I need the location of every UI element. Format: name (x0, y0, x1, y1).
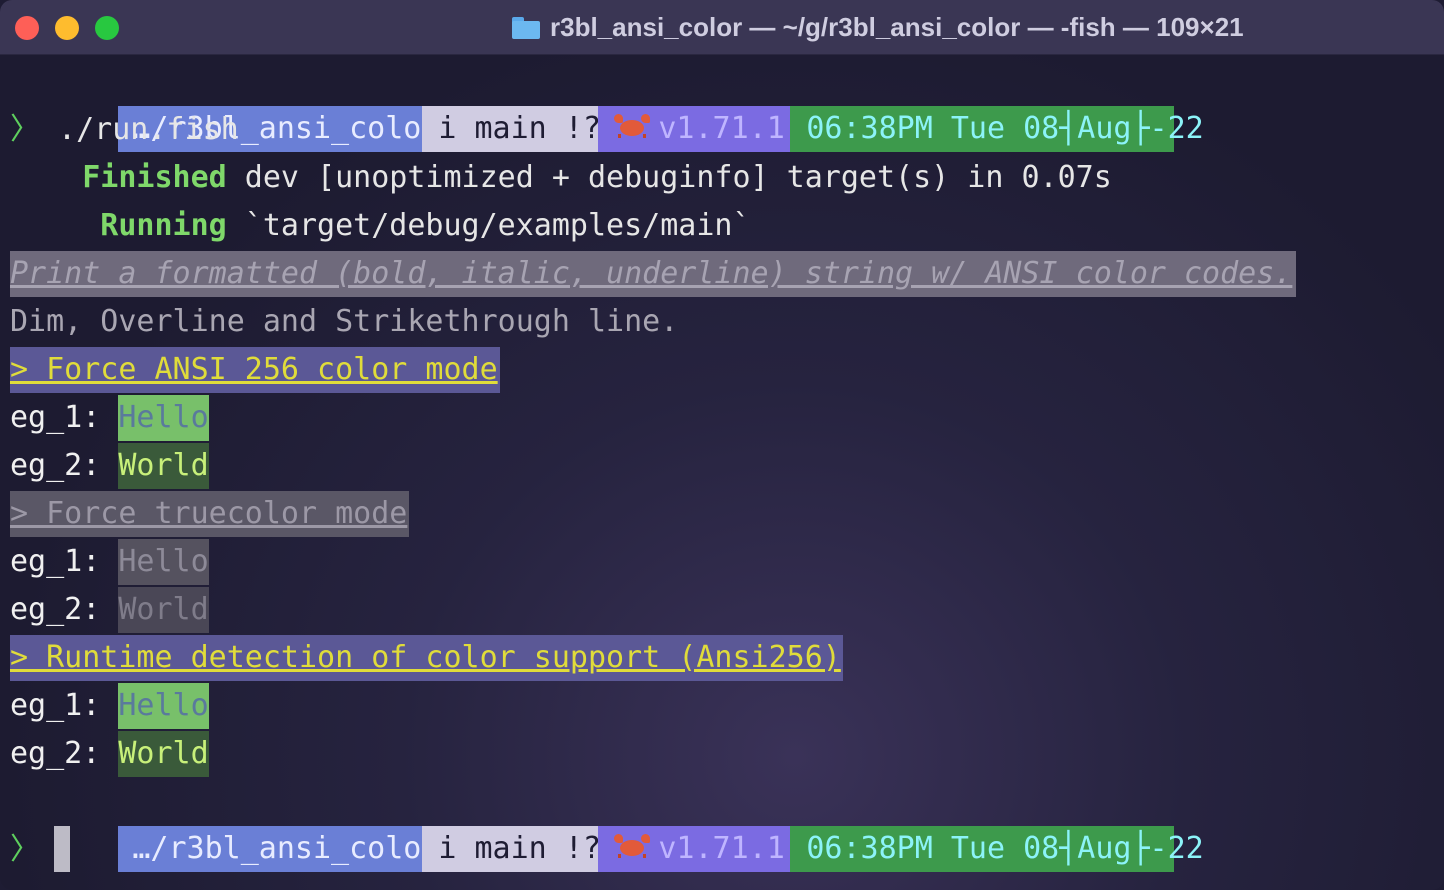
section-header: > Force truecolor mode (10, 490, 1434, 538)
cargo-running-line: Running `target/debug/examples/main` (10, 202, 1434, 250)
example-row: eg_1: Hello (10, 682, 1434, 730)
minimize-button[interactable] (55, 16, 79, 40)
hello-sample: Hello (118, 395, 209, 441)
finished-text: dev [unoptimized + debuginfo] target(s) … (226, 160, 1112, 195)
section-ansi256: > Force ANSI 256 color mode (10, 347, 500, 393)
prompt-bar: …/r3bl_ansi_colori main !? v1.71.1 06:38PM… (10, 778, 1434, 872)
example-label: eg_2: (10, 448, 119, 483)
example-label: eg_1: (10, 400, 119, 435)
example-row: eg_2: World (10, 730, 1434, 778)
world-sample: World (118, 443, 209, 489)
world-sample: World (118, 731, 209, 777)
example-label: eg_2: (10, 736, 119, 771)
formatted-string-line: Print a formatted (bold, italic, underli… (10, 251, 1297, 297)
dim-overline-line: Dim, Overline and Strikethrough line. (10, 304, 679, 339)
window-title-area: r3bl_ansi_color — ~/g/r3bl_ansi_color — … (512, 0, 1244, 54)
title-bar: r3bl_ansi_color — ~/g/r3bl_ansi_color — … (0, 0, 1444, 55)
example-label: eg_1: (10, 544, 119, 579)
example-row: eg_1: Hello (10, 538, 1434, 586)
output-line: Print a formatted (bold, italic, underli… (10, 250, 1434, 298)
folder-icon (512, 17, 540, 39)
command-line: 〉 ./run.fish (10, 106, 1434, 154)
terminal-window: r3bl_ansi_color — ~/g/r3bl_ansi_color — … (0, 0, 1444, 890)
maximize-button[interactable] (95, 16, 119, 40)
hello-sample: Hello (118, 539, 209, 585)
example-row: eg_2: World (10, 442, 1434, 490)
section-truecolor: > Force truecolor mode (10, 491, 410, 537)
running-text: `target/debug/examples/main` (226, 208, 751, 243)
command-text: ./run.fish (40, 112, 239, 147)
section-header: > Force ANSI 256 color mode (10, 346, 1434, 394)
prompt-caret-icon: 〉 (10, 832, 40, 867)
world-sample: World (118, 587, 209, 633)
section-runtime-detection: > Runtime detection of color support (An… (10, 635, 843, 681)
close-button[interactable] (15, 16, 39, 40)
hello-sample: Hello (118, 683, 209, 729)
example-row: eg_2: World (10, 586, 1434, 634)
example-row: eg_1: Hello (10, 394, 1434, 442)
text-cursor[interactable] (54, 826, 70, 872)
section-header: > Runtime detection of color support (An… (10, 634, 1434, 682)
window-title: r3bl_ansi_color — ~/g/r3bl_ansi_color — … (550, 12, 1244, 42)
running-label: Running (10, 208, 227, 243)
input-line[interactable]: 〉 (10, 826, 1434, 874)
example-label: eg_1: (10, 688, 119, 723)
terminal-content[interactable]: …/r3bl_ansi_colori main !? v1.71.1 06:38PM… (10, 58, 1434, 874)
finished-label: Finished (10, 160, 227, 195)
output-line: Dim, Overline and Strikethrough line. (10, 298, 1434, 346)
cargo-finished-line: Finished dev [unoptimized + debuginfo] t… (10, 154, 1434, 202)
example-label: eg_2: (10, 592, 119, 627)
prompt-bar: …/r3bl_ansi_colori main !? v1.71.1 06:38PM… (10, 58, 1434, 152)
prompt-caret-icon: 〉 (10, 112, 40, 147)
